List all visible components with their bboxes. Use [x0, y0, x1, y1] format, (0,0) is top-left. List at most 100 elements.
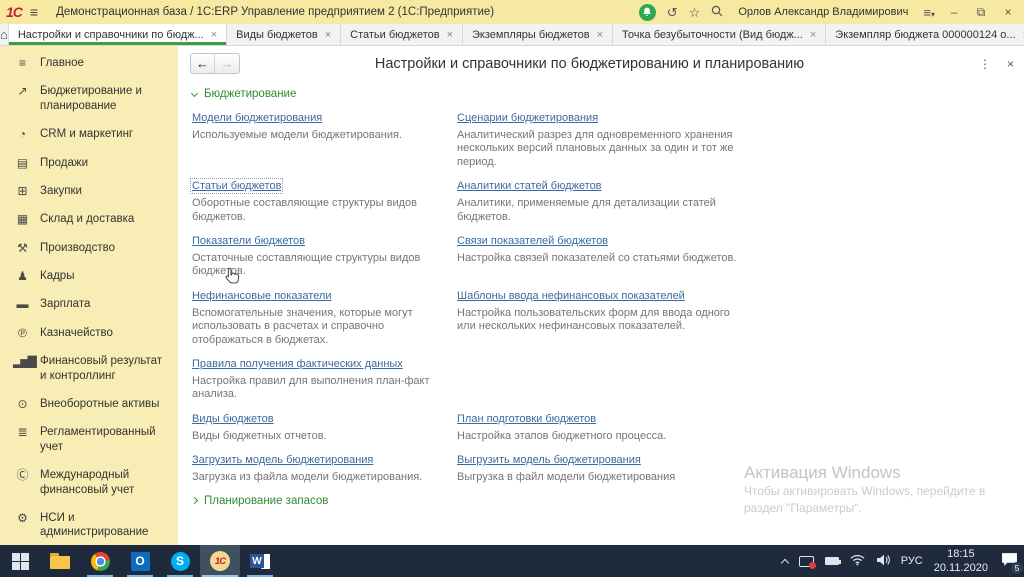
maximize-button[interactable]: ⧉ [973, 5, 989, 20]
sidebar-item-sales[interactable]: ▤Продажи [0, 149, 178, 177]
skype-button[interactable]: S [160, 545, 200, 577]
tab-label: Статьи бюджетов [350, 29, 439, 41]
tray-overflow-icon[interactable] [780, 558, 788, 566]
sidebar-item-regulated-accounting[interactable]: ≣Регламентированный учет [0, 418, 178, 461]
chrome-icon [91, 552, 110, 571]
close-tab-icon[interactable]: × [325, 29, 331, 41]
crm-icon: ◔ [13, 127, 30, 141]
notifications-bell-icon[interactable] [639, 4, 656, 21]
tab-budget-instances[interactable]: Экземпляры бюджетов × [463, 24, 613, 45]
link-export-budget-model[interactable]: Выгрузить модель бюджетирования [457, 454, 641, 466]
master-data-admin-icon: ⚙ [13, 511, 30, 525]
title-bar: 1С ≡ Демонстрационная база / 1С:ERP Упра… [0, 0, 1024, 24]
tab-budget-items[interactable]: Статьи бюджетов × [341, 24, 463, 45]
window-title: Демонстрационная база / 1С:ERP Управлени… [56, 6, 494, 18]
battery-icon[interactable] [825, 557, 839, 565]
sidebar-item-international-accounting[interactable]: ⒸМеждународный финансовый учет [0, 461, 178, 504]
link-nonfinancial-input-templates[interactable]: Шаблоны ввода нефинансовых показателей [457, 290, 685, 302]
link-description: Аналитический разрез для одновременного … [457, 129, 749, 169]
link-fact-data-rules[interactable]: Правила получения фактических данных [192, 358, 403, 370]
favorites-star-icon[interactable]: ☆ [689, 6, 701, 19]
link-description: Настройка связей показателей со статьями… [457, 252, 749, 265]
regulated-accounting-icon: ≣ [13, 425, 30, 439]
close-tab-icon[interactable]: × [810, 29, 816, 41]
financial-result-icon: ▂▅▇ [13, 354, 30, 368]
tab-settings-budgeting[interactable]: Настройки и справочники по бюдж... × [9, 24, 227, 45]
file-explorer-button[interactable] [40, 545, 80, 577]
service-menu-icon[interactable]: ≡▾ [923, 6, 935, 19]
volume-icon[interactable] [876, 554, 890, 569]
sections-sidebar: ≡Главное ↗Бюджетирование и планирование … [0, 46, 178, 545]
link-budget-items[interactable]: Статьи бюджетов [192, 180, 281, 192]
1c-logo-icon: 1С [6, 4, 22, 20]
windows-taskbar: O S 1С W РУС 18:15 20.11.2020 5 [0, 545, 1024, 577]
wifi-icon[interactable] [850, 554, 865, 569]
history-icon[interactable]: ↺ [667, 6, 678, 19]
link-budget-models[interactable]: Модели бюджетирования [192, 112, 322, 124]
empty-cell [457, 354, 749, 402]
link-nonfinancial-indicators[interactable]: Нефинансовые показатели [192, 290, 331, 302]
clock[interactable]: 18:15 20.11.2020 [934, 547, 988, 576]
word-button[interactable]: W [240, 545, 280, 577]
current-user-name[interactable]: Орлов Александр Владимирович [738, 6, 908, 18]
link-budget-item-analytics[interactable]: Аналитики статей бюджетов [457, 180, 602, 192]
close-tab-icon[interactable]: × [447, 29, 453, 41]
outlook-icon: O [131, 552, 150, 571]
close-panel-icon[interactable]: × [1007, 57, 1014, 71]
link-budget-preparation-plan[interactable]: План подготовки бюджетов [457, 413, 596, 425]
warehouse-icon: ▦ [13, 212, 30, 226]
chrome-button[interactable] [80, 545, 120, 577]
more-actions-icon[interactable]: ⋮ [979, 57, 991, 71]
outlook-button[interactable]: O [120, 545, 160, 577]
sidebar-item-warehouse[interactable]: ▦Склад и доставка [0, 205, 178, 233]
link-load-budget-model[interactable]: Загрузить модель бюджетирования [192, 454, 373, 466]
link-budget-kinds[interactable]: Виды бюджетов [192, 413, 274, 425]
sidebar-item-purchasing[interactable]: ⊞Закупки [0, 177, 178, 205]
search-icon[interactable] [711, 5, 723, 19]
link-description: Выгрузка в файл модели бюджетирования [457, 471, 749, 484]
sidebar-item-treasury[interactable]: ℗Казначейство [0, 319, 178, 347]
1c-app-button[interactable]: 1С [200, 545, 240, 577]
forward-button[interactable]: → [215, 54, 239, 73]
budgeting-icon: ↗ [13, 84, 30, 98]
sidebar-item-production[interactable]: ⚒Производство [0, 234, 178, 262]
link-description: Вспомогательные значения, которые могут … [192, 307, 455, 347]
tab-budget-kinds[interactable]: Виды бюджетов × [227, 24, 341, 45]
link-description: Оборотные составляющие структуры видов б… [192, 197, 455, 224]
home-tab[interactable]: ⌂ [0, 24, 9, 45]
page-title: Настройки и справочники по бюджетировани… [240, 56, 979, 72]
sidebar-item-master-data-admin[interactable]: ⚙НСИ и администрирование [0, 504, 178, 545]
sidebar-item-payroll[interactable]: ▬Зарплата [0, 290, 178, 318]
link-indicator-relations[interactable]: Связи показателей бюджетов [457, 235, 608, 247]
tab-label: Экземпляры бюджетов [472, 29, 590, 41]
display-notification-icon[interactable] [799, 556, 814, 567]
link-budget-scenarios[interactable]: Сценарии бюджетирования [457, 112, 598, 124]
section-budgeting[interactable]: Бюджетирование [192, 88, 1024, 100]
close-button[interactable]: × [1000, 5, 1016, 19]
sidebar-item-crm[interactable]: ◔CRM и маркетинг [0, 120, 178, 148]
link-description: Виды бюджетных отчетов. [192, 430, 455, 443]
tab-breakeven-point[interactable]: Точка безубыточности (Вид бюдж... × [613, 24, 826, 45]
back-button[interactable]: ← [191, 54, 215, 73]
link-description: Остаточные составляющие структуры видов … [192, 252, 455, 279]
keyboard-language[interactable]: РУС [901, 555, 923, 567]
noncurrent-assets-icon: ⊙ [13, 397, 30, 411]
international-accounting-icon: Ⓒ [13, 468, 30, 482]
link-description: Аналитики, применяемые для детализации с… [457, 197, 749, 224]
chevron-right-icon [191, 497, 198, 504]
close-tab-icon[interactable]: × [211, 29, 217, 41]
link-description: Загрузка из файла модели бюджетирования. [192, 471, 455, 484]
close-tab-icon[interactable]: × [597, 29, 603, 41]
link-budget-indicators[interactable]: Показатели бюджетов [192, 235, 305, 247]
minimize-button[interactable]: – [946, 5, 962, 19]
tab-budget-instance-124[interactable]: Экземпляр бюджета 000000124 о... × [826, 24, 1024, 45]
sidebar-item-hr[interactable]: ♟Кадры [0, 262, 178, 290]
sidebar-item-main[interactable]: ≡Главное [0, 49, 178, 77]
sidebar-item-financial-result[interactable]: ▂▅▇Финансовый результат и контроллинг [0, 347, 178, 390]
main-menu-icon[interactable]: ≡ [30, 4, 38, 20]
sidebar-item-noncurrent-assets[interactable]: ⊙Внеоборотные активы [0, 390, 178, 418]
action-center-icon[interactable]: 5 [1001, 552, 1018, 570]
start-button[interactable] [0, 545, 40, 577]
sidebar-item-budgeting[interactable]: ↗Бюджетирование и планирование [0, 77, 178, 120]
system-tray: РУС 18:15 20.11.2020 5 [782, 545, 1024, 577]
